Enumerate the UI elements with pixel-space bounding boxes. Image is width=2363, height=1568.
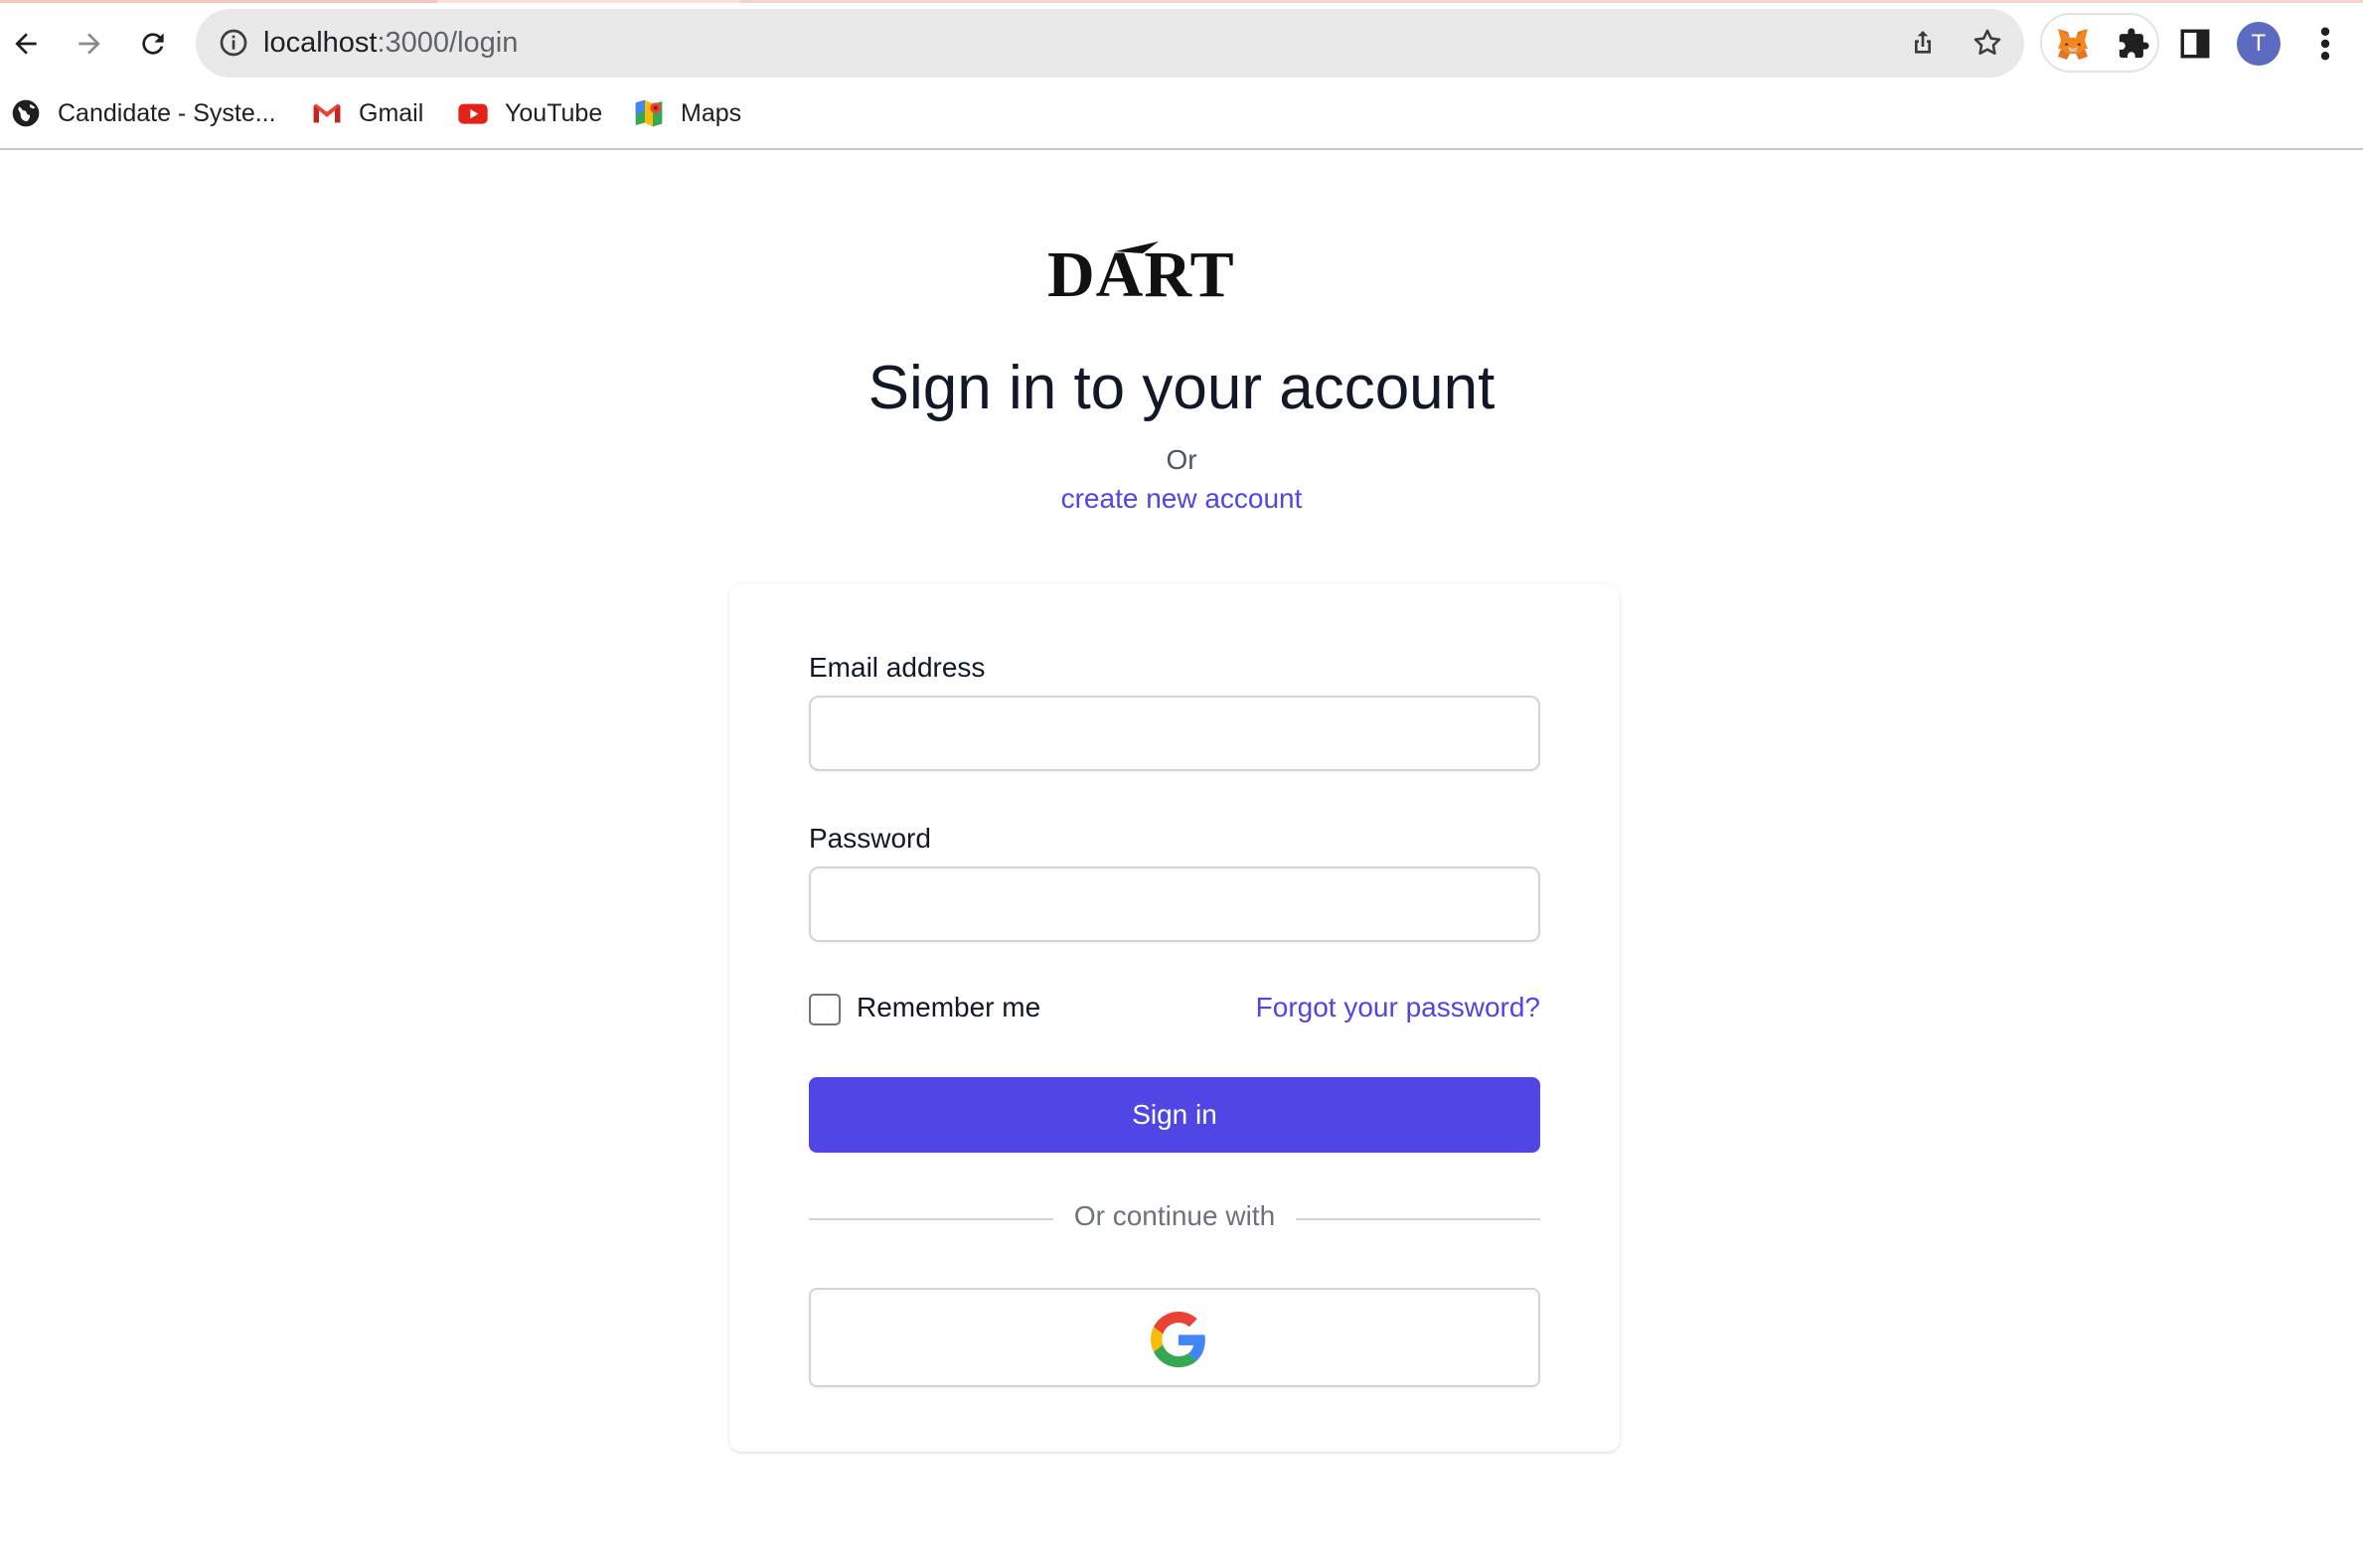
divider-label: Or continue with <box>729 1200 1620 1232</box>
remember-me-label[interactable]: Remember me <box>857 992 1040 1023</box>
forward-button[interactable] <box>64 18 115 70</box>
maps-icon <box>635 99 663 127</box>
bookmark-maps[interactable]: Maps <box>633 91 741 135</box>
reload-icon <box>142 33 164 55</box>
page-title: Sign in to your account <box>867 354 1496 422</box>
password-field[interactable] <box>809 866 1540 942</box>
reload-button[interactable] <box>127 18 179 70</box>
bookmark-label: YouTube <box>505 98 603 127</box>
forgot-password-link[interactable]: Forgot your password? <box>1256 992 1540 1023</box>
bookmark-label: Maps <box>681 98 742 127</box>
divider-text: Or continue with <box>1057 1200 1292 1231</box>
forward-arrow-icon <box>79 33 100 55</box>
back-arrow-icon <box>15 33 37 55</box>
bookmark-star-icon[interactable] <box>1970 26 2004 60</box>
browser-chrome: localhost:3000/login T Candidate - Syste… <box>0 0 2363 150</box>
extensions-puzzle-icon[interactable] <box>2117 27 2150 61</box>
url-text[interactable]: localhost:3000/login <box>263 9 518 78</box>
url-path: :3000/login <box>377 27 519 59</box>
remember-me-checkbox[interactable] <box>809 994 841 1025</box>
dart-logo: DART <box>1047 241 1234 301</box>
site-info-icon[interactable] <box>218 27 249 59</box>
google-icon <box>1151 1312 1205 1367</box>
login-card: Email address Password Remember me Forgo… <box>729 584 1620 1452</box>
google-sign-in-button[interactable] <box>809 1288 1540 1387</box>
tab-strip <box>0 0 2363 3</box>
url-host: localhost <box>263 27 378 59</box>
extensions-group <box>2040 13 2159 73</box>
or-text: Or <box>1166 444 1197 475</box>
bookmarks-bar: Candidate - Syste... Gmail YouTube Maps <box>0 91 2363 135</box>
back-button[interactable] <box>0 18 52 70</box>
bookmark-candidate[interactable]: Candidate - Syste... <box>10 91 276 135</box>
bookmark-label: Candidate - Syste... <box>58 98 276 127</box>
sign-in-button[interactable]: Sign in <box>809 1077 1540 1153</box>
youtube-icon <box>458 103 488 124</box>
share-icon[interactable] <box>1907 27 1939 59</box>
email-label: Email address <box>809 652 986 683</box>
globe-icon <box>12 99 40 127</box>
more-menu-icon[interactable] <box>2307 23 2343 65</box>
address-bar[interactable]: localhost:3000/login <box>196 9 2024 78</box>
bookmark-gmail[interactable]: Gmail <box>311 91 423 135</box>
bookmark-youtube[interactable]: YouTube <box>457 91 602 135</box>
bookmark-label: Gmail <box>359 98 424 127</box>
password-label: Password <box>809 823 931 854</box>
side-panel-icon[interactable] <box>2178 27 2212 61</box>
profile-avatar[interactable]: T <box>2237 22 2281 66</box>
create-account-link[interactable]: create new account <box>0 483 2363 515</box>
metamask-fox-icon[interactable] <box>2055 27 2091 61</box>
gmail-icon <box>313 103 341 123</box>
email-field[interactable] <box>809 696 1540 771</box>
